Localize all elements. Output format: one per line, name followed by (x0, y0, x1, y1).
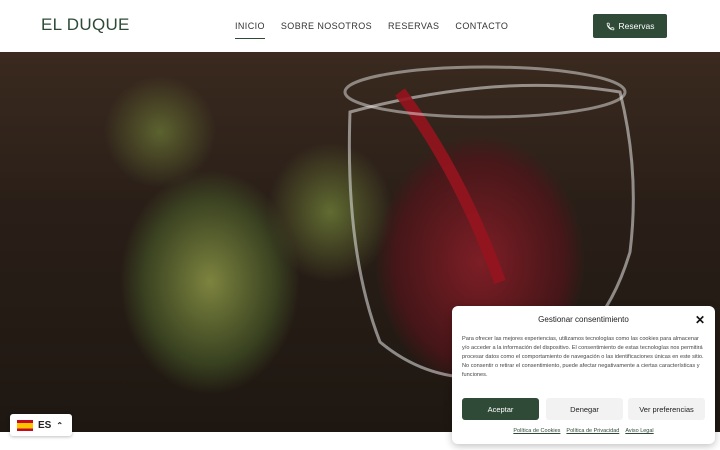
nav-inicio[interactable]: INICIO (235, 21, 265, 39)
cookie-policy-link[interactable]: Política de Cookies (513, 428, 560, 434)
preferences-button[interactable]: Ver preferencias (628, 398, 705, 420)
phone-icon (606, 22, 614, 30)
nav-reservas[interactable]: RESERVAS (388, 21, 439, 37)
nav-contacto[interactable]: CONTACTO (455, 21, 508, 37)
consent-text: Para ofrecer las mejores experiencias, u… (462, 336, 704, 378)
spain-flag-icon (17, 419, 33, 431)
language-code: ES (38, 419, 52, 431)
privacy-policy-link[interactable]: Política de Privacidad (566, 428, 619, 434)
site-logo[interactable]: EL DUQUE (41, 15, 130, 35)
reservas-button-label: Reservas (618, 21, 655, 31)
deny-button[interactable]: Denegar (546, 398, 623, 420)
reservas-button[interactable]: Reservas (593, 14, 667, 38)
close-icon[interactable]: ✕ (695, 313, 705, 327)
language-switcher[interactable]: ES ⌃ (10, 414, 72, 436)
cookie-consent-dialog: Gestionar consentimiento ✕ Para ofrecer … (452, 306, 715, 444)
consent-title: Gestionar consentimiento (538, 315, 629, 324)
consent-links: Política de Cookies Política de Privacid… (452, 428, 715, 434)
site-header: EL DUQUE INICIO SOBRE NOSOTROS RESERVAS … (0, 0, 720, 52)
main-nav: INICIO SOBRE NOSOTROS RESERVAS CONTACTO (235, 21, 508, 39)
legal-notice-link[interactable]: Aviso Legal (625, 428, 653, 434)
nav-sobre-nosotros[interactable]: SOBRE NOSOTROS (281, 21, 372, 37)
accept-button[interactable]: Aceptar (462, 398, 539, 420)
chevron-up-icon: ⌃ (56, 420, 64, 430)
